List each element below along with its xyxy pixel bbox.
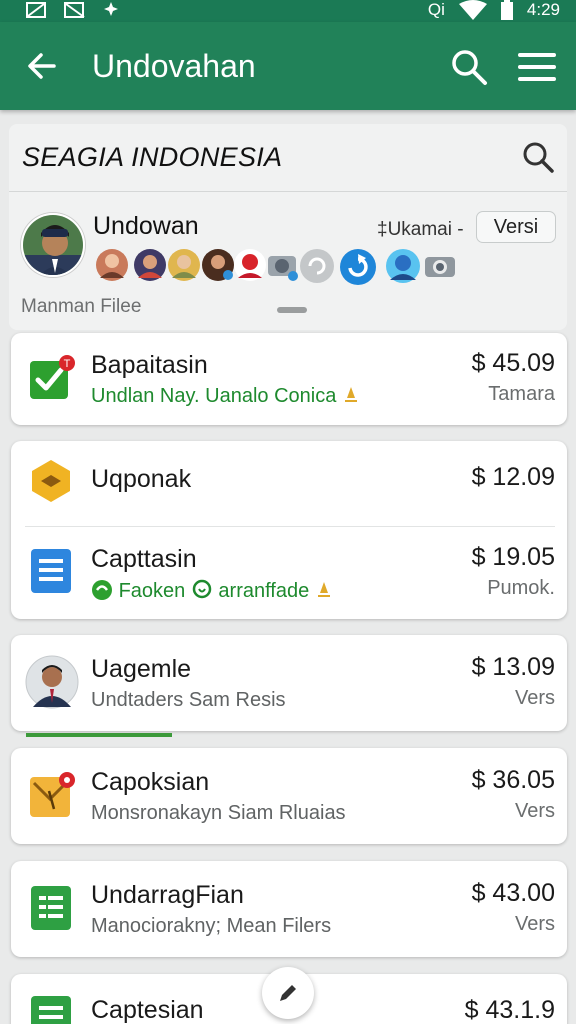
participant-avatar[interactable] bbox=[233, 248, 267, 282]
sync-icon[interactable] bbox=[299, 248, 335, 284]
sheet-icon bbox=[31, 549, 71, 593]
item-meta: Vers bbox=[514, 687, 555, 709]
notification-icon bbox=[104, 2, 118, 16]
app-bar: Undovahan bbox=[0, 22, 576, 110]
item-price: $ 36.05 bbox=[471, 766, 555, 794]
carrier-label: Qi bbox=[427, 0, 445, 19]
notification-badge: T bbox=[64, 358, 71, 370]
progress-bar bbox=[26, 733, 568, 737]
sub-label: Manman Filee bbox=[21, 296, 142, 317]
pencil-icon bbox=[280, 985, 296, 1001]
item-card: Uagemle Undtaders Sam Resis $ 13.09 Vers bbox=[11, 635, 567, 731]
search-icon[interactable] bbox=[521, 140, 555, 174]
location-icon bbox=[192, 579, 212, 599]
item-name: Capttasin bbox=[91, 545, 197, 573]
item-subtitle-extra: arranffade bbox=[218, 580, 310, 602]
envelope-icon bbox=[30, 772, 75, 817]
item-price: $ 43.1.9 bbox=[464, 996, 555, 1024]
list-item[interactable]: T Bapaitasin Undlan Nay. Uanalo Conica $… bbox=[11, 333, 567, 425]
item-subtitle: Manociorakny; Mean Filers bbox=[91, 915, 332, 937]
camera-icon[interactable] bbox=[265, 248, 299, 282]
camera-icon[interactable] bbox=[423, 248, 457, 282]
item-name: Uagemle bbox=[91, 655, 192, 683]
participant-avatar[interactable] bbox=[95, 248, 129, 282]
list-item[interactable]: Capttasin Faoken arranffade $ 19.05 Pumo… bbox=[11, 527, 567, 619]
status-bar: Qi 4:29 bbox=[0, 0, 576, 22]
item-card: T Bapaitasin Undlan Nay. Uanalo Conica $… bbox=[11, 333, 567, 425]
back-arrow-icon[interactable] bbox=[24, 48, 60, 84]
filter-panel: SEAGIA INDONESIA Undowan ‡Ukamai - Versi… bbox=[9, 124, 567, 330]
filter-header: SEAGIA INDONESIA bbox=[9, 124, 567, 192]
bell-icon bbox=[317, 582, 330, 597]
item-card: Uqponak $ 12.09 Capttasin Faoken arranff… bbox=[11, 441, 567, 619]
item-card: UndarragFian Manociorakny; Mean Filers $… bbox=[11, 861, 567, 957]
item-name: Capoksian bbox=[91, 768, 210, 796]
battery-icon bbox=[500, 0, 513, 20]
wifi-icon bbox=[458, 0, 487, 20]
edit-fab-button[interactable] bbox=[262, 967, 314, 1019]
progress-fill bbox=[26, 733, 173, 737]
item-subtitle: Undlan Nay. Uanalo Conica bbox=[91, 385, 360, 408]
filter-dropdown[interactable]: ‡Ukamai - bbox=[377, 219, 464, 241]
app-title: Undovahan bbox=[92, 48, 256, 84]
version-button[interactable]: Versi bbox=[476, 211, 556, 243]
item-subtitle: Undtaders Sam Resis bbox=[91, 689, 286, 711]
participant-avatars bbox=[93, 248, 455, 286]
sheet-icon bbox=[31, 996, 71, 1024]
item-subtitle-text: Undlan Nay. Uanalo Conica bbox=[91, 385, 337, 407]
list-item[interactable]: Uagemle Undtaders Sam Resis $ 13.09 Vers bbox=[11, 637, 567, 729]
participant-avatar[interactable] bbox=[133, 248, 167, 282]
image-icon bbox=[26, 2, 46, 18]
bell-icon bbox=[344, 387, 357, 402]
item-price: $ 43.00 bbox=[471, 879, 555, 907]
item-subtitle: Monsronakayn Siam Rluaias bbox=[91, 802, 346, 824]
item-price: $ 12.09 bbox=[471, 463, 555, 491]
item-name: Captesian bbox=[91, 996, 204, 1024]
item-price: $ 13.09 bbox=[471, 653, 555, 681]
item-name: UndarragFian bbox=[91, 881, 244, 909]
clock: 4:29 bbox=[526, 0, 560, 19]
refresh-icon[interactable] bbox=[339, 248, 377, 286]
search-icon[interactable] bbox=[450, 48, 488, 86]
item-subtitle: Faoken arranffade bbox=[91, 579, 333, 603]
item-subtitle-text: Faoken bbox=[118, 580, 186, 602]
hexagon-icon bbox=[32, 460, 70, 502]
menu-icon[interactable] bbox=[518, 50, 556, 84]
user-avatar[interactable] bbox=[21, 213, 85, 277]
leaf-icon bbox=[92, 580, 112, 600]
sheet-icon bbox=[31, 886, 71, 930]
list-item[interactable]: UndarragFian Manociorakny; Mean Filers $… bbox=[11, 863, 567, 955]
list-item[interactable]: Capoksian Monsronakayn Siam Rluaias $ 36… bbox=[11, 750, 567, 842]
item-meta: Pumok. bbox=[487, 577, 555, 599]
item-meta: Vers bbox=[514, 913, 555, 935]
image-off-icon bbox=[64, 2, 85, 18]
person-avatar bbox=[25, 655, 79, 709]
item-price: $ 19.05 bbox=[471, 543, 555, 571]
participant-avatar[interactable] bbox=[385, 248, 421, 284]
item-name: Bapaitasin bbox=[91, 351, 208, 379]
check-icon: T bbox=[30, 355, 75, 399]
item-meta: Tamara bbox=[488, 383, 555, 405]
item-card: Capoksian Monsronakayn Siam Rluaias $ 36… bbox=[11, 748, 567, 844]
item-name: Uqponak bbox=[91, 465, 192, 493]
item-meta: Vers bbox=[514, 800, 555, 822]
participant-avatar[interactable] bbox=[167, 248, 201, 282]
list-item[interactable]: Uqponak $ 12.09 bbox=[11, 441, 567, 533]
drag-handle[interactable] bbox=[277, 307, 307, 313]
filter-title: SEAGIA INDONESIA bbox=[22, 142, 283, 172]
participant-avatar[interactable] bbox=[201, 248, 235, 282]
item-price: $ 45.09 bbox=[471, 349, 555, 377]
user-name: Undowan bbox=[93, 212, 199, 240]
